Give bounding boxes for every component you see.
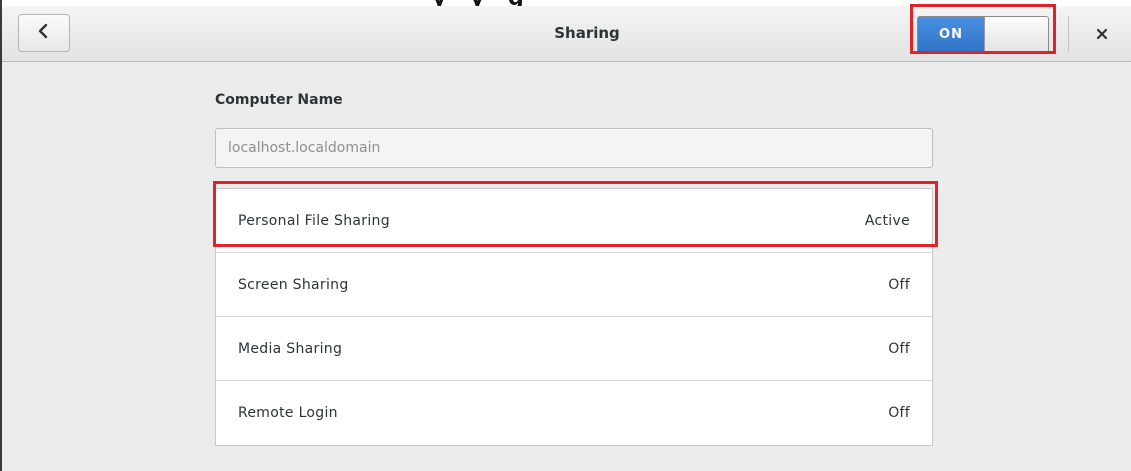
sharing-services-list: Personal File Sharing Active Screen Shar… (215, 188, 933, 446)
service-status: Off (888, 277, 910, 293)
computer-name-label: Computer Name (215, 92, 343, 108)
close-button[interactable] (1082, 16, 1122, 52)
sharing-window: y y g Sharing ON Computer Name (0, 0, 1131, 471)
close-icon (1096, 25, 1108, 44)
service-label: Remote Login (238, 405, 338, 421)
service-row-media-sharing[interactable]: Media Sharing Off (216, 317, 932, 381)
computer-name-field[interactable] (215, 128, 933, 168)
toggle-highlight-box (910, 4, 1056, 54)
service-status: Active (864, 213, 910, 229)
service-label: Screen Sharing (238, 277, 349, 293)
service-label: Personal File Sharing (238, 213, 390, 229)
chevron-left-icon (37, 23, 51, 43)
page-title: Sharing (554, 24, 620, 42)
service-status: Off (888, 341, 910, 357)
service-status: Off (888, 405, 910, 421)
service-row-remote-login[interactable]: Remote Login Off (216, 381, 932, 445)
main-content: Computer Name Personal File Sharing Acti… (2, 62, 1131, 471)
header-divider (1068, 16, 1069, 52)
service-row-screen-sharing[interactable]: Screen Sharing Off (216, 253, 932, 317)
service-row-personal-file-sharing[interactable]: Personal File Sharing Active (216, 189, 932, 253)
back-button[interactable] (18, 14, 70, 52)
service-label: Media Sharing (238, 341, 343, 357)
